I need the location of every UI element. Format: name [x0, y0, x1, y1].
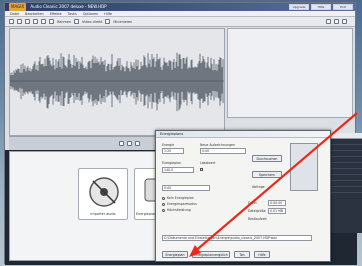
marker-icon[interactable]	[342, 19, 347, 24]
label-energy: Energie	[162, 143, 175, 147]
label-query: Abfrage	[252, 185, 265, 189]
toolbar-label-video[interactable]: Video direkt	[82, 20, 102, 24]
sound-button[interactable]: Ton	[234, 251, 250, 258]
play-icon[interactable]	[127, 141, 132, 146]
stop-icon[interactable]	[135, 141, 140, 146]
dialog-title: Energieplans	[156, 131, 330, 138]
menu-file[interactable]: Datei	[10, 11, 19, 16]
menu-options[interactable]: Optionen	[83, 11, 99, 16]
option-no-plan-radio[interactable]	[162, 197, 165, 200]
task-panel: Importer audio Energieplans	[9, 151, 162, 261]
app-window: MAGIX Audio Cleanic 2007 deluxe - NEW.HD…	[4, 2, 362, 265]
app-logo: MAGIX	[9, 3, 27, 11]
file-field[interactable]: 0:00:00	[268, 200, 286, 206]
settings-icon[interactable]	[334, 19, 339, 24]
minimize-icon[interactable]	[105, 19, 111, 24]
label-local-value: Lokalwert	[200, 161, 216, 165]
local-value-checkbox[interactable]	[200, 168, 203, 171]
redo-icon[interactable]	[17, 19, 22, 24]
waveform-display[interactable]	[10, 29, 224, 135]
window-title: Audio Cleanic 2007 deluxe - NEW.HDP	[30, 4, 107, 9]
import-audio-label: Importer audio	[90, 212, 116, 216]
effects-panel	[227, 28, 353, 118]
paste-icon[interactable]	[41, 19, 46, 24]
undo-icon[interactable]	[9, 19, 14, 24]
waveform-panel[interactable]	[9, 28, 225, 136]
option-high-performance-radio[interactable]	[162, 209, 165, 212]
energy-plans-dialog: Energieplans Energie 1:20 Neue Aufzeichn…	[155, 130, 331, 262]
recordings-field[interactable]: 0:00	[200, 148, 246, 154]
grid-icon[interactable]	[326, 19, 331, 24]
label-remaining-time: Restlaufzeit	[248, 217, 267, 221]
dialog-help-button[interactable]: Hilfe	[254, 251, 270, 258]
toolbar-label-minimize[interactable]: Minimieren	[113, 20, 132, 24]
toolbar: Rahmen Video direkt Minimieren	[5, 17, 355, 27]
copy-icon[interactable]	[33, 19, 38, 24]
time-field[interactable]: 0:00	[162, 185, 210, 191]
music-notes-icon	[89, 177, 119, 207]
zoom-icon[interactable]	[49, 19, 54, 24]
cut-icon[interactable]	[25, 19, 30, 24]
import-audio-tile[interactable]: Importer audio	[78, 168, 128, 220]
browse-button[interactable]: Durchsuchen	[252, 155, 282, 162]
title-bar: MAGIX Audio Cleanic 2007 deluxe - NEW.HD…	[5, 3, 355, 11]
energy-plan-button[interactable]: Energieplan	[162, 251, 188, 258]
file-size-field[interactable]: 0.01 MB	[268, 208, 286, 214]
upgrade-button[interactable]: Upgrade	[289, 4, 309, 10]
video-icon[interactable]	[74, 19, 80, 24]
menu-help[interactable]: Hilfe	[104, 11, 112, 16]
level-meter	[290, 143, 318, 191]
energy-field[interactable]: 1:20	[162, 148, 184, 154]
label-file-size: Dateigröße	[248, 209, 266, 213]
label-energy-plan: Energieplan	[162, 161, 182, 165]
menu-tasks[interactable]: Tasks	[68, 11, 77, 16]
help-button[interactable]: Hilfe	[311, 4, 331, 10]
option-no-plan-label: Kein Energieplan	[167, 196, 194, 200]
save-button[interactable]: Speichern	[252, 171, 282, 178]
compare-button[interactable]: Energieplanvergleich	[192, 251, 230, 258]
option-high-performance-label: Höchstleistung	[167, 208, 191, 212]
label-new-recordings: Neue Aufzeichnungen	[200, 143, 236, 147]
menu-edit[interactable]: Bearbeiten	[25, 11, 44, 16]
option-power-save-label: Energiesparmodus	[167, 202, 197, 206]
file-path-field[interactable]: C:\Dokumente und Einstellungen\Energie\a…	[162, 235, 312, 241]
option-power-save-radio[interactable]	[162, 203, 165, 206]
energy-plan-select[interactable]: 140.0	[162, 167, 194, 173]
waveform-trace	[10, 52, 224, 112]
exit-button[interactable]: Exit	[333, 4, 353, 10]
label-file: Datei	[248, 201, 257, 205]
rewind-icon[interactable]	[119, 141, 124, 146]
toolbar-label-frame[interactable]: Rahmen	[57, 20, 71, 24]
menu-effects[interactable]: Effekte	[50, 11, 62, 16]
